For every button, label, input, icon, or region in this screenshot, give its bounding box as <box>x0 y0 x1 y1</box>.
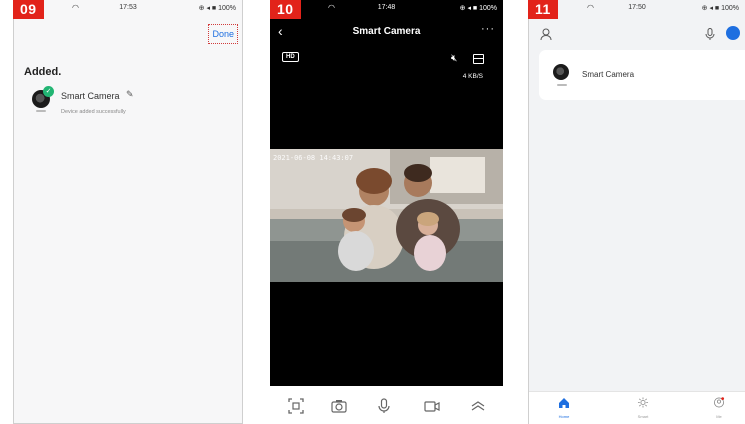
step-badge-10: 10 <box>270 0 301 19</box>
status-bar: ◠ 17:53 ⊕ ◂ ■ 100% <box>14 3 242 16</box>
check-icon: ✓ <box>43 86 54 97</box>
done-button[interactable]: Done <box>208 24 238 44</box>
hd-toggle[interactable]: HD <box>282 52 299 62</box>
live-video[interactable] <box>270 149 503 282</box>
bitrate-readout: 4 KB/S <box>462 73 483 80</box>
tab-bar: Home Smart Me <box>529 391 745 424</box>
camera-snapshot-icon[interactable] <box>331 398 347 414</box>
tab-smart[interactable]: Smart <box>623 395 663 419</box>
status-indicators: ⊕ ◂ ■ 100% <box>198 5 236 12</box>
microphone-icon[interactable] <box>376 398 392 414</box>
record-video-icon[interactable] <box>424 398 440 414</box>
tab-label: Me <box>716 414 722 419</box>
camera-icon <box>553 64 569 80</box>
video-timestamp: 2021-06-08 14:43:07 <box>273 154 354 162</box>
profile-icon <box>714 397 725 408</box>
step-badge-09: 09 <box>13 0 44 19</box>
fullscreen-icon[interactable] <box>473 54 484 64</box>
screen-live-view: ◠ 17:48 ⊕ ◂ ■ 100% ‹ Smart Camera ··· HD… <box>270 0 503 424</box>
camera-base <box>36 110 46 112</box>
sun-icon <box>637 397 649 408</box>
microphone-icon[interactable] <box>705 28 715 40</box>
section-title: Added. <box>24 66 62 78</box>
home-icon <box>559 398 569 408</box>
more-icon[interactable]: ··· <box>481 23 495 35</box>
status-bar: ◠ 17:50 ⊕ ◂ ■ 100% <box>529 3 745 16</box>
live-toolbar <box>270 386 503 424</box>
device-card[interactable]: Smart Camera <box>539 50 745 100</box>
status-indicators: ⊕ ◂ ■ 100% <box>459 5 497 12</box>
page-title: Smart Camera <box>352 26 421 37</box>
device-status: Device added successfully <box>61 109 126 115</box>
tab-label: Smart <box>637 414 649 419</box>
device-name: Smart Camera <box>582 70 635 79</box>
camera-base <box>557 84 567 86</box>
edit-icon[interactable]: ✎ <box>126 89 134 100</box>
expand-up-icon[interactable] <box>470 398 486 414</box>
device-name: Smart Camera <box>61 91 120 101</box>
status-indicators: ⊕ ◂ ■ 100% <box>701 5 739 12</box>
nav-bar: ‹ Smart Camera ··· <box>270 22 503 42</box>
added-device-row[interactable]: ✓ Smart Camera ✎ Device added successful… <box>32 86 232 122</box>
tab-label: Home <box>558 414 570 419</box>
mute-icon[interactable]: 🔇︎ <box>451 53 457 64</box>
screen-added-device: ◠ 17:53 ⊕ ◂ ■ 100% Done Added. ✓ Smart C… <box>13 0 243 424</box>
tab-home[interactable]: Home <box>544 395 584 419</box>
screen-home: ◠ 17:50 ⊕ ◂ ■ 100% Smart Camera Home Sma… <box>528 0 745 424</box>
add-device-icon[interactable] <box>726 26 740 40</box>
status-bar: ◠ 17:48 ⊕ ◂ ■ 100% <box>270 3 503 16</box>
step-badge-11: 11 <box>528 0 558 19</box>
tab-me[interactable]: Me <box>699 395 739 419</box>
profile-icon[interactable] <box>540 28 552 40</box>
screenshot-icon[interactable] <box>288 398 304 414</box>
